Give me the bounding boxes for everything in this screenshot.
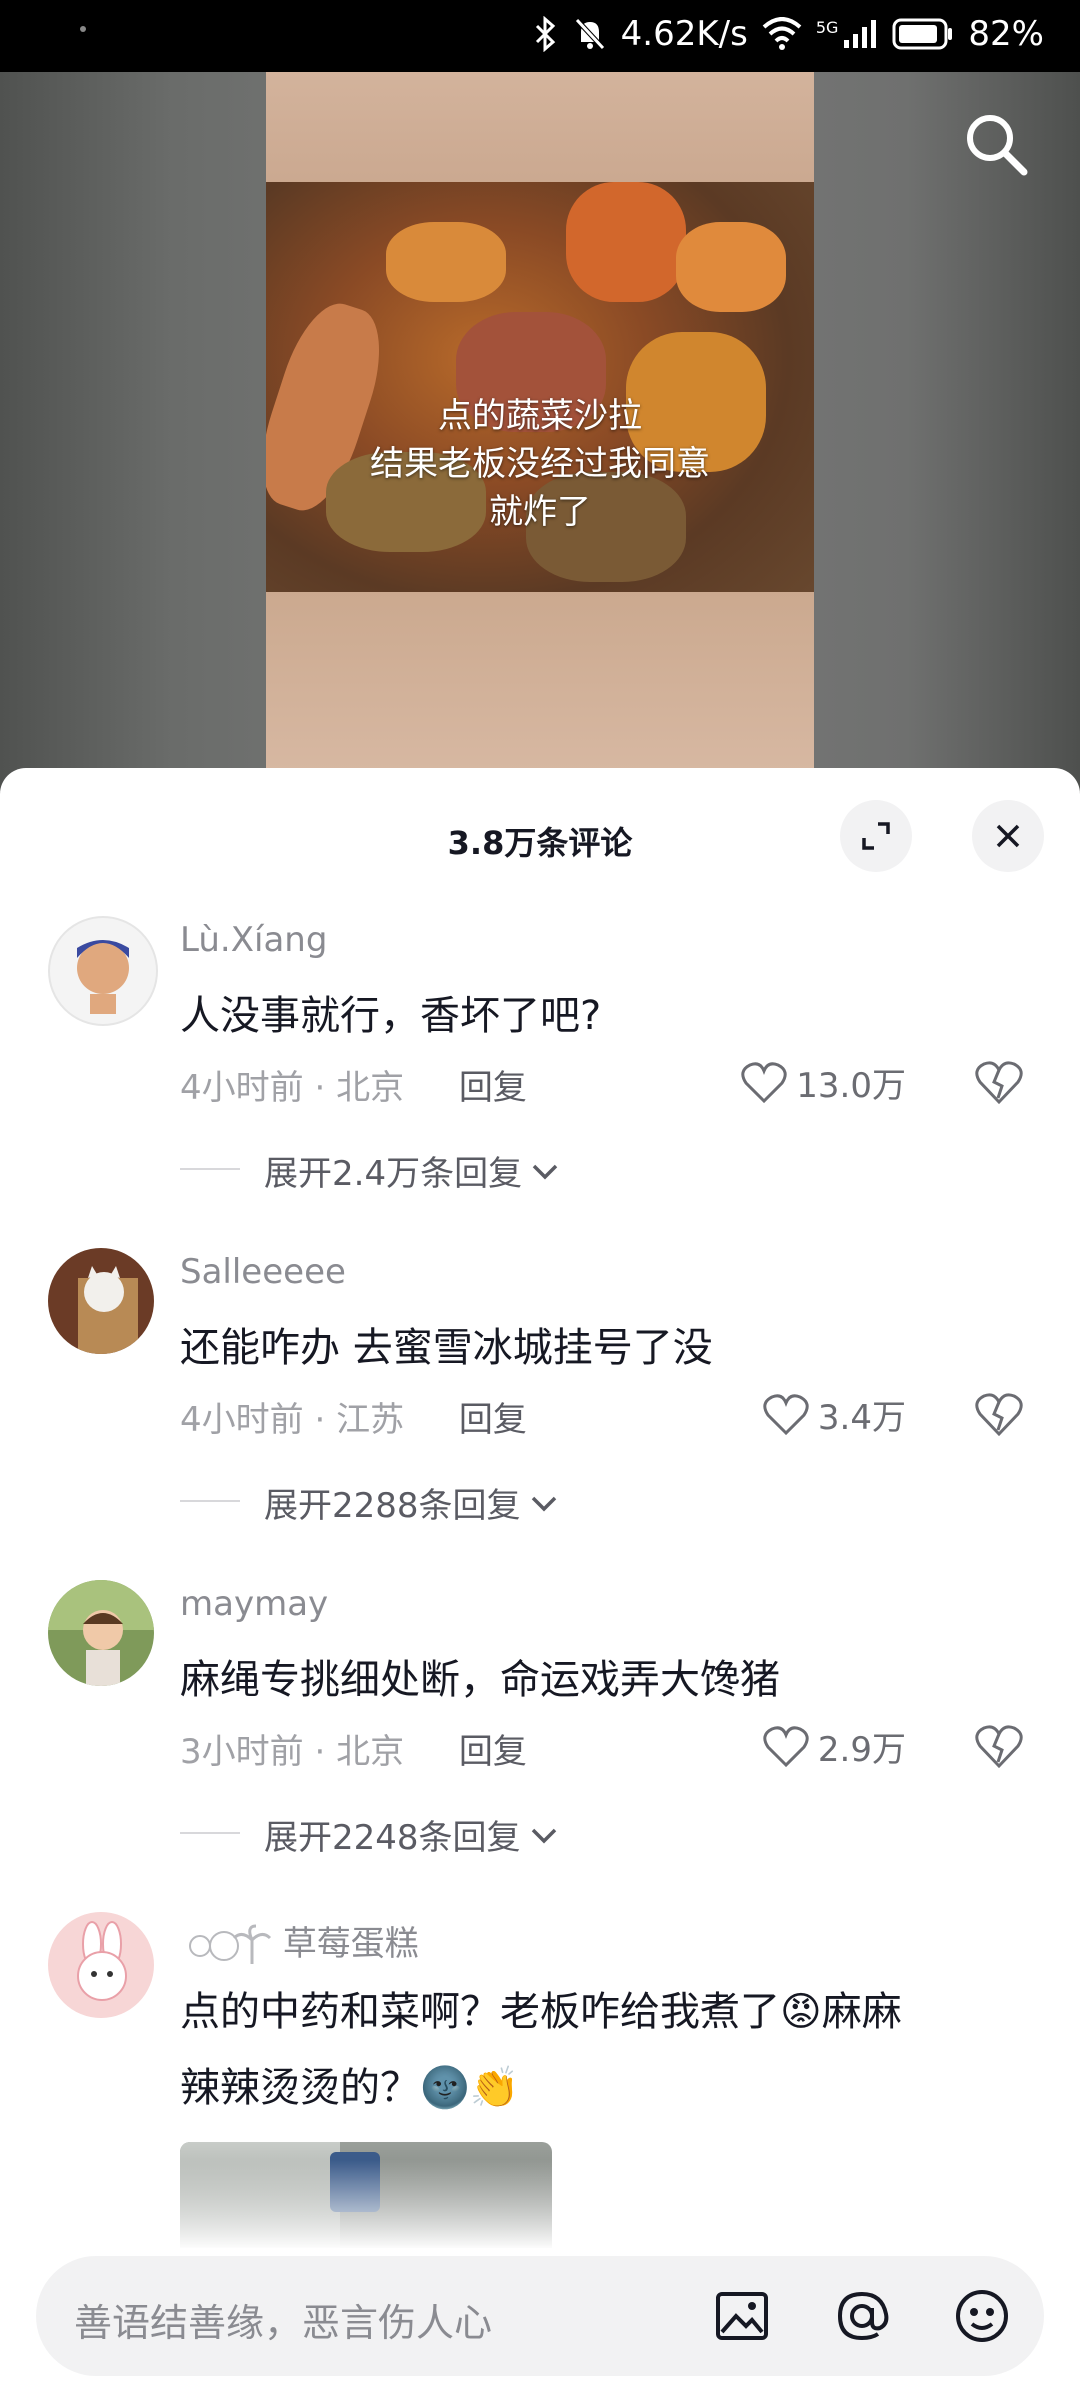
comment-text: 还能咋办 去蜜雪冰城挂号了没 [180,1325,713,1371]
signal-icon [844,20,877,48]
avatar[interactable] [48,1580,154,1686]
comment-meta: 4小时前 · 江苏 回复 [180,1400,527,1440]
video-caption: 点的蔬菜沙拉 结果老板没经过我同意 就炸了 [0,392,1080,536]
comment-item: maymay 麻绳专挑细处断，命运戏弄大馋猪 3小时前 · 北京 回复 2.9万… [0,1580,1080,1900]
dislike-icon[interactable] [974,1390,1024,1440]
net-speed: 4.62K/s [620,14,748,54]
avatar[interactable] [48,916,158,1026]
avatar[interactable] [48,1248,154,1354]
box-lid-bottom [266,592,814,772]
angry-emoji: 😡 [780,1989,822,2035]
avatar-image [77,1921,127,2001]
comment-text-part: 辣辣烫烫的？ [180,2065,420,2111]
comment-text-part: 麻麻 [821,1989,902,2035]
comment-text-part: 点的中药和菜啊？老板咋给我煮了 [180,1989,780,2035]
emoji-group: 🌚👏 [420,2065,520,2111]
avatar-image [48,1580,154,1686]
comment-text: 人没事就行，香坏了吧? [180,993,602,1039]
heart-icon [763,1393,809,1435]
expand-replies-label: 展开2248条回复 [264,1818,521,1858]
dislike-icon[interactable] [974,1722,1024,1772]
avatar-image [78,1266,138,1354]
chevron-down-icon [532,1164,558,1179]
expand-replies-label: 展开2.4万条回复 [264,1154,523,1194]
avatar-image [77,940,129,1014]
comment-username[interactable]: maymay [180,1584,328,1624]
comment-username[interactable]: Lù.Xíang [180,920,327,960]
status-bar: 4.62K/s 5G 82% [0,0,1080,72]
search-icon[interactable] [960,108,1032,180]
emoji-icon[interactable] [952,2286,1012,2346]
comment-item: Lù.Xíang 人没事就行，香坏了吧? 4小时前 · 北京 回复 13.0万 … [0,916,1080,1236]
food-piece [676,222,786,312]
like-button[interactable]: 13.0万 [740,1058,906,1107]
close-button[interactable] [972,800,1044,872]
chevron-down-icon [531,1828,556,1843]
like-count: 13.0万 [796,1066,906,1106]
caption-line: 就炸了 [489,492,591,532]
battery-icon [892,18,953,50]
comment-item: Salleeeee 还能咋办 去蜜雪冰城挂号了没 4小时前 · 江苏 回复 3.… [0,1248,1080,1568]
comment-time: 4小时前 [180,1068,304,1108]
comment-username: 草莓蛋糕 [282,1924,419,1964]
comments-count-title: 3.8万条评论 [447,824,633,862]
like-button[interactable]: 2.9万 [762,1722,906,1771]
like-count: 3.4万 [817,1398,906,1438]
divider [180,1832,240,1834]
comment-location: 江苏 [336,1400,405,1440]
heart-icon [763,1725,809,1767]
expand-replies-button[interactable]: 展开2.4万条回复 [180,1146,562,1195]
wifi-icon [762,17,802,50]
caption-line: 点的蔬菜沙拉 [438,396,642,436]
comment-meta: 3小时前 · 北京 回复 [180,1732,527,1772]
notification-dot [80,26,86,32]
food-piece [386,222,506,302]
divider [180,1500,240,1502]
comment-time: 4小时前 [180,1400,304,1440]
mention-icon[interactable] [832,2286,892,2346]
like-button[interactable]: 3.4万 [762,1390,906,1439]
network-type: 5G [815,17,839,37]
palm-tree-icon [189,1924,272,1964]
comment-time: 3小时前 [180,1732,304,1772]
image-icon[interactable] [712,2286,772,2346]
expand-replies-label: 展开2288条回复 [264,1486,521,1526]
expand-icon [862,822,890,850]
food-piece [566,182,686,302]
comment-location: 北京 [336,1068,405,1108]
expand-replies-button[interactable]: 展开2288条回复 [180,1478,561,1527]
comment-text-line: 辣辣烫烫的？🌚👏 [180,2050,1040,2126]
comment-meta: 4小时前 · 北京 回复 [180,1068,527,1108]
divider [180,1168,240,1170]
fullscreen-button[interactable] [840,800,912,872]
comment-input[interactable]: 善语结善缘，恶言伤人心 [36,2256,1044,2376]
comment-username-row[interactable]: 草莓蛋糕 [186,1916,419,1968]
expand-replies-button[interactable]: 展开2248条回复 [180,1810,561,1859]
comment-text-line: 点的中药和菜啊？老板咋给我煮了😡麻麻 [180,1974,1040,2050]
reply-button[interactable]: 回复 [459,1400,527,1440]
comment-text: 点的中药和菜啊？老板咋给我煮了😡麻麻 辣辣烫烫的？🌚👏 [180,1974,1040,2126]
comment-location: 北京 [336,1732,405,1772]
caption-line: 结果老板没经过我同意 [370,444,710,484]
bluetooth-icon [535,16,555,52]
close-icon [996,824,1020,848]
avatar[interactable] [48,1912,154,2018]
like-count: 2.9万 [817,1730,906,1770]
chevron-down-icon [531,1496,556,1511]
dislike-icon[interactable] [974,1058,1024,1108]
comment-input-placeholder: 善语结善缘，恶言伤人心 [74,2301,493,2345]
comment-text: 麻绳专挑细处断，命运戏弄大馋猪 [180,1657,780,1703]
mute-bell-icon [574,18,605,50]
video-player[interactable]: 点的蔬菜沙拉 结果老板没经过我同意 就炸了 [0,72,1080,792]
heart-icon [741,1061,787,1103]
reply-button[interactable]: 回复 [459,1732,527,1772]
battery-percent: 82% [968,14,1044,54]
comment-username[interactable]: Salleeeee [180,1252,346,1292]
reply-button[interactable]: 回复 [459,1068,527,1108]
comments-sheet: 3.8万条评论 Lù.Xíang 人没事就行，香坏了吧? 4小时前 · 北京 回… [0,768,1080,2400]
scroll-fade [0,2160,1080,2250]
